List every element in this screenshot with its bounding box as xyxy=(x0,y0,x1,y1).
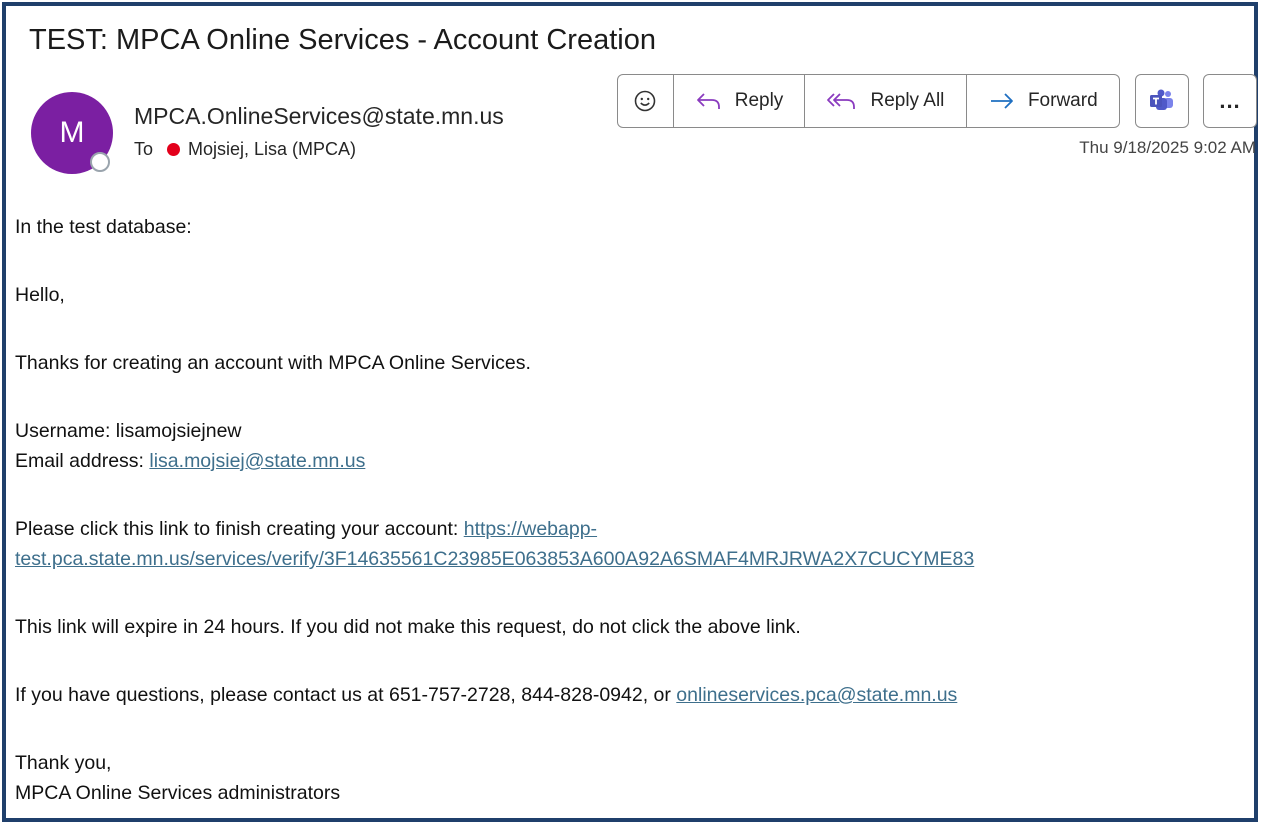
sender-address[interactable]: MPCA.OnlineServices@state.mn.us xyxy=(134,103,504,130)
body-contact-line: If you have questions, please contact us… xyxy=(15,680,1245,710)
busy-presence-icon xyxy=(167,143,181,156)
email-link[interactable]: lisa.mojsiej@state.mn.us xyxy=(149,450,365,472)
more-actions-button[interactable]: ... xyxy=(1203,74,1257,128)
recipient-line: To Mojsiej, Lisa (MPCA) xyxy=(134,139,356,160)
reply-all-label: Reply All xyxy=(870,90,945,111)
presence-status-icon xyxy=(90,152,110,172)
verify-link-part1[interactable]: https://webapp- xyxy=(464,518,597,540)
body-verify-line: Please click this link to finish creatin… xyxy=(15,514,1245,544)
email-subject: TEST: MPCA Online Services - Account Cre… xyxy=(29,24,656,56)
body-signature: MPCA Online Services administrators xyxy=(15,782,341,804)
reply-all-button[interactable]: Reply All xyxy=(805,75,967,127)
contact-prefix: If you have questions, please contact us… xyxy=(15,684,677,706)
recipient-name[interactable]: Mojsiej, Lisa (MPCA) xyxy=(188,139,356,160)
teams-icon xyxy=(1150,89,1173,110)
forward-button[interactable]: Forward xyxy=(967,75,1119,127)
reply-button[interactable]: Reply xyxy=(674,75,806,127)
verify-prefix: Please click this link to finish creatin… xyxy=(15,518,464,540)
reply-all-arrow-icon xyxy=(827,93,856,109)
response-toolbar: Reply Reply All Forward xyxy=(617,74,1120,128)
email-body: In the test database: Hello, Thanks for … xyxy=(15,212,1245,808)
reply-label: Reply xyxy=(734,90,784,111)
body-username: Username: lisamojsiejnew xyxy=(15,420,242,442)
body-signoff: Thank you, xyxy=(15,752,112,774)
body-greeting: Hello, xyxy=(15,284,65,306)
contact-email-link[interactable]: onlineservices.pca@state.mn.us xyxy=(676,684,957,706)
to-label: To xyxy=(134,139,154,159)
forward-label: Forward xyxy=(1027,90,1098,111)
emoji-reaction-button[interactable] xyxy=(618,75,674,127)
verify-link-part2[interactable]: test.pca.state.mn.us/services/verify/3F1… xyxy=(15,548,974,570)
more-icon: ... xyxy=(1219,88,1241,113)
teams-chat-button[interactable] xyxy=(1135,74,1189,128)
email-label: Email address: xyxy=(15,450,150,472)
smiley-icon xyxy=(635,90,656,112)
reply-arrow-icon xyxy=(696,93,720,109)
body-verify-line-2: test.pca.state.mn.us/services/verify/3F1… xyxy=(15,544,1245,574)
avatar-initial: M xyxy=(59,116,85,149)
body-thanks: Thanks for creating an account with MPCA… xyxy=(15,352,531,374)
sent-date: Thu 9/18/2025 9:02 AM xyxy=(1079,138,1256,157)
body-expire: This link will expire in 24 hours. If yo… xyxy=(15,616,801,638)
body-email-line: Email address: lisa.mojsiej@state.mn.us xyxy=(15,446,1245,476)
forward-arrow-icon xyxy=(990,93,1013,109)
body-intro: In the test database: xyxy=(15,216,192,238)
